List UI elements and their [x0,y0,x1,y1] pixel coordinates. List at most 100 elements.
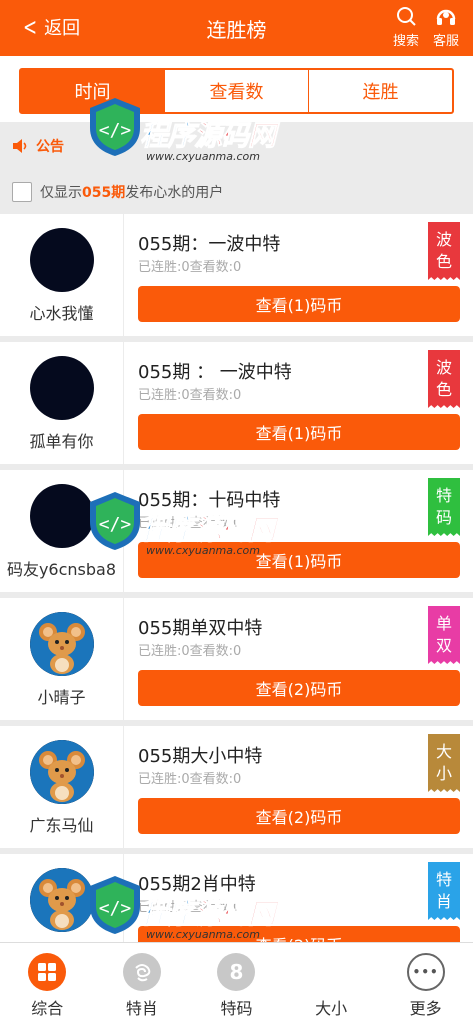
category-tag: 波色 [428,350,460,408]
speaker-icon [13,139,27,153]
tag-char: 小 [435,764,452,783]
post-info: 055期：十码中特已连胜:0查看数:0 查看(1)码币 特码 [124,470,473,592]
username: 码友y6cnsba8 [6,560,117,579]
post-stats: 已连胜:0查看数:0 [138,260,242,275]
notice-label: 公告 [36,139,64,155]
post-title: 055期 ： 一波中特 [138,362,292,383]
post-title: 055期：十码中特 [138,490,281,511]
tag-char: 特 [435,486,452,505]
nav-item-0[interactable]: 综合 [0,943,95,1024]
category-tag: 特码 [428,478,460,536]
search-button[interactable]: 搜索 [386,6,426,49]
tab-view-count[interactable]: 查看数 [164,70,308,112]
view-post-button[interactable]: 查看(1)码币 [138,542,460,578]
post-row[interactable]: 心水我懂 055期：一波中特已连胜:0查看数:0 查看(1)码币 波色 [0,214,473,336]
avatar[interactable] [30,868,94,932]
tag-char: 色 [435,252,452,271]
nav-label: 大小 [315,999,348,1018]
top-bar: < 返回 连胜榜 搜索 客服 [0,0,473,56]
username: 心水我懂 [29,304,94,323]
filter-prefix: 仅显示 [40,185,82,201]
nav-label: 特肖 [125,999,158,1018]
post-info: 055期：一波中特已连胜:0查看数:0 查看(1)码币 波色 [124,214,473,336]
avatar[interactable] [30,612,94,676]
post-stats: 已连胜:0查看数:0 [138,388,242,403]
post-title: 055期2肖中特 [138,874,256,895]
nav-glyph: 8 [229,960,244,984]
filter-checkbox[interactable] [12,182,32,202]
tab-streak[interactable]: 连胜 [308,70,452,112]
filter-suffix: 发布心水的用户 [125,185,224,201]
tabs-bar: 时间 查看数 连胜 [0,56,473,122]
tab-time[interactable]: 时间 [21,70,164,112]
avatar[interactable] [30,228,94,292]
post-title: 055期单双中特 [138,618,263,639]
view-post-button[interactable]: 查看(2)码币 [138,670,460,706]
username: 孤单有你 [29,432,94,451]
category-tag: 特肖 [428,862,460,920]
user-cell[interactable]: 码友y6cnsba8 [0,470,124,592]
tag-char: 单 [435,614,452,633]
nav-label: 综合 [31,999,64,1018]
category-tag: 单双 [428,606,460,664]
category-tag: 大小 [428,734,460,792]
user-cell[interactable]: 广东马仙 [0,726,124,848]
username: 广东马仙 [29,816,94,835]
post-row[interactable]: 孤单有你 055期 ： 一波中特已连胜:0查看数:0 查看(1)码币 波色 [0,342,473,464]
nav-item-3[interactable]: 大小 [284,943,379,1024]
post-info: 055期 ： 一波中特已连胜:0查看数:0 查看(1)码币 波色 [124,342,473,464]
zodiac-icon [122,953,161,991]
post-row[interactable]: 小晴子 055期单双中特已连胜:0查看数:0 查看(2)码币 单双 [0,598,473,720]
more-icon: ••• [406,953,445,991]
filter-label: 仅显示055期发布心水的用户 [40,182,223,202]
mouse-avatar-icon [30,740,94,804]
nav-label: 更多 [409,999,442,1018]
avatar[interactable] [30,740,94,804]
post-title: 055期：一波中特 [138,234,281,255]
tag-char: 波 [435,230,452,249]
view-post-button[interactable]: 查看(1)码币 [138,414,460,450]
user-cell[interactable]: 孤单有你 [0,342,124,464]
nav-item-1[interactable]: 特肖 [95,943,190,1024]
app-root: < 返回 连胜榜 搜索 客服 时间 查看数 连胜 公告 仅显示055期发布心水的… [0,0,473,1024]
service-label: 客服 [432,34,459,49]
tag-char: 色 [435,380,452,399]
post-info: 055期大小中特 已连胜:0查看数:0 查看(2)码币 大小 [124,726,473,848]
post-title: 055期大小中特 [138,746,263,767]
segmented-tabs: 时间 查看数 连胜 [19,68,454,114]
post-stats: 已连胜:0查看数:0 [138,644,242,659]
post-info: 055期单双中特已连胜:0查看数:0 查看(2)码币 单双 [124,598,473,720]
view-post-button[interactable]: 查看(2)码币 [138,798,460,834]
tag-char: 码 [435,508,452,527]
tag-char: 肖 [435,892,452,911]
nav-item-2[interactable]: 8 特码 [189,943,284,1024]
grid-icon [28,953,67,991]
view-post-button[interactable]: 查看(1)码币 [138,286,460,322]
username: 小晴子 [37,688,86,707]
notice-bar[interactable]: 公告 [0,122,473,170]
nav-glyph: ••• [412,965,439,979]
filter-issue: 055期 [82,185,126,201]
tag-char: 大 [435,742,452,761]
customer-service-button[interactable]: 客服 [426,6,466,49]
post-row[interactable]: 广东马仙 055期大小中特 已连胜:0查看数:0 查看(2)码币 大小 [0,726,473,848]
post-stats: 已连胜:0查看数:0 [138,516,242,531]
nav-item-4[interactable]: ••• 更多 [378,943,473,1024]
tag-char: 波 [435,358,452,377]
post-row[interactable]: 码友y6cnsba8 055期：十码中特已连胜:0查看数:0 查看(1)码币 特码 [0,470,473,592]
avatar[interactable] [30,356,94,420]
tag-char: 双 [435,636,452,655]
mouse-avatar-icon [30,612,94,676]
tag-char: 特 [435,870,452,889]
mouse-avatar-icon [30,868,94,932]
category-tag: 波色 [428,222,460,280]
filter-row: 仅显示055期发布心水的用户 [0,172,473,212]
number-8-icon: 8 [217,953,256,991]
nav-label: 特码 [220,999,253,1018]
bottom-nav: 综合 特肖 8 特码 大小 ••• 更多 [0,942,473,1024]
search-icon [397,7,416,26]
post-stats: 已连胜:0查看数:0 [138,900,242,915]
avatar[interactable] [30,484,94,548]
user-cell[interactable]: 心水我懂 [0,214,124,336]
user-cell[interactable]: 小晴子 [0,598,124,720]
